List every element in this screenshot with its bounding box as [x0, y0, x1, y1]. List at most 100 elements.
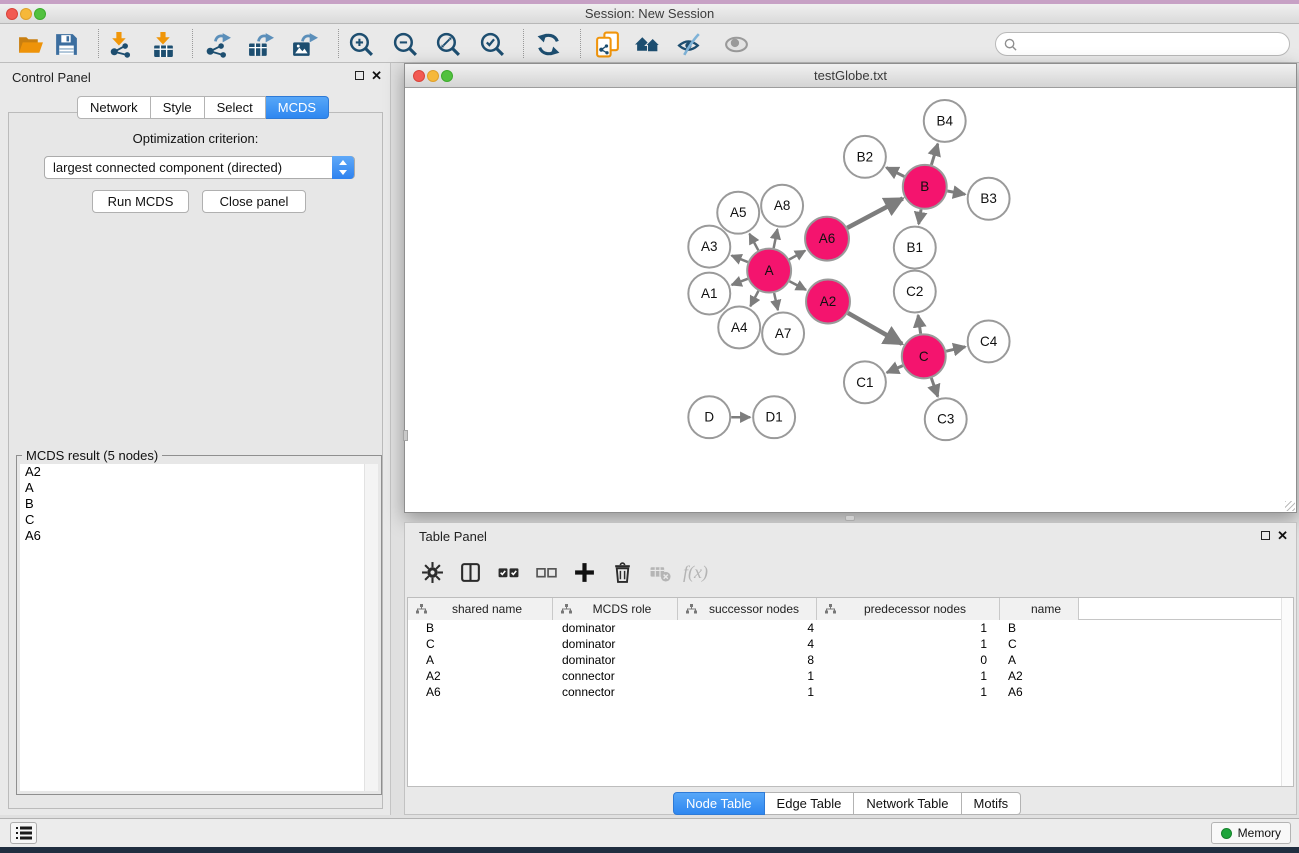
- graph-edge-A-A5[interactable]: [749, 234, 758, 251]
- memory-button[interactable]: Memory: [1211, 822, 1291, 844]
- tab-network[interactable]: Network: [77, 96, 151, 119]
- tab-style[interactable]: Style: [151, 96, 205, 119]
- zoom-window-button[interactable]: [34, 8, 46, 20]
- table-cell: 4: [678, 620, 817, 636]
- mcds-result-item-a6[interactable]: A6: [20, 528, 364, 544]
- column-header-predecessor-nodes[interactable]: predecessor nodes: [817, 598, 1000, 620]
- apply-layout-button[interactable]: [532, 28, 564, 60]
- run-mcds-button[interactable]: Run MCDS: [92, 190, 189, 213]
- show-hidden-button[interactable]: [720, 28, 752, 60]
- delete-table-button: [641, 555, 679, 589]
- export-network-button[interactable]: [202, 28, 234, 60]
- graph-edge-B-B4[interactable]: [931, 144, 937, 165]
- close-panel-button-mcds[interactable]: Close panel: [202, 190, 306, 213]
- homes-icon: [634, 31, 661, 58]
- mcds-result-item-a2[interactable]: A2: [20, 464, 364, 480]
- float-panel-button[interactable]: [1261, 531, 1270, 540]
- zoom-selected-button[interactable]: [476, 28, 508, 60]
- table-settings-button[interactable]: [413, 555, 451, 589]
- search-field[interactable]: [995, 32, 1290, 56]
- graph-edge-A-A7[interactable]: [774, 293, 778, 310]
- resize-grip[interactable]: [1285, 501, 1295, 511]
- toggle-panel-layout-button[interactable]: [451, 555, 489, 589]
- graph-edge-C-C2[interactable]: [918, 315, 921, 333]
- table-scrollbar[interactable]: [1281, 598, 1293, 786]
- graph-edge-A-A2[interactable]: [789, 281, 805, 290]
- deselect-all-button[interactable]: [527, 555, 565, 589]
- float-panel-button[interactable]: [355, 71, 364, 80]
- open-session-button[interactable]: [14, 28, 46, 60]
- close-panel-button[interactable]: ✕: [371, 68, 382, 84]
- table-body: Bdominator41BCdominator41CAdominator80AA…: [408, 620, 1293, 700]
- control-panel-title: Control Panel: [12, 70, 91, 85]
- zoom-fit-button[interactable]: [432, 28, 464, 60]
- tab-network-table[interactable]: Network Table: [854, 792, 961, 815]
- column-header-name[interactable]: name: [1000, 598, 1079, 620]
- hide-selected-button[interactable]: [674, 28, 706, 60]
- import-network-button[interactable]: [104, 28, 136, 60]
- export-image-button[interactable]: [288, 28, 320, 60]
- graph-edge-B-B3[interactable]: [947, 191, 965, 194]
- zoom-out-button[interactable]: [389, 28, 421, 60]
- graph-edge-A-A6[interactable]: [789, 251, 805, 260]
- graph-edge-A-A4[interactable]: [750, 291, 758, 306]
- import-table-icon: [150, 31, 177, 58]
- graph-node-label-A2: A2: [820, 294, 836, 309]
- graph-edge-A-A3[interactable]: [732, 256, 748, 263]
- network-window-titlebar[interactable]: testGlobe.txt: [405, 64, 1296, 88]
- minimize-button[interactable]: [427, 70, 439, 82]
- task-history-button[interactable]: [10, 822, 37, 844]
- new-network-from-selection-button[interactable]: [591, 28, 623, 60]
- tab-edge-table[interactable]: Edge Table: [765, 792, 855, 815]
- graph-edge-C-C1[interactable]: [887, 366, 903, 373]
- mcds-result-item-b[interactable]: B: [20, 496, 364, 512]
- graph-node-label-C3: C3: [937, 412, 954, 427]
- vertical-splitter-grip[interactable]: [403, 430, 408, 441]
- add-column-button[interactable]: [565, 555, 603, 589]
- tab-motifs[interactable]: Motifs: [962, 792, 1022, 815]
- close-panel-button[interactable]: ✕: [1277, 528, 1288, 544]
- graph-edge-A2-C[interactable]: [848, 313, 902, 344]
- graph-edge-A6-B[interactable]: [847, 198, 902, 227]
- column-header-successor-nodes[interactable]: successor nodes: [678, 598, 817, 620]
- close-button[interactable]: [413, 70, 425, 82]
- mcds-result-item-a[interactable]: A: [20, 480, 364, 496]
- graph-edge-C-C4[interactable]: [946, 347, 965, 351]
- tab-select[interactable]: Select: [205, 96, 266, 119]
- column-header-mcds-role[interactable]: MCDS role: [553, 598, 678, 620]
- save-session-button[interactable]: [50, 28, 82, 60]
- zoom-window-button[interactable]: [441, 70, 453, 82]
- close-button[interactable]: [6, 8, 18, 20]
- table-row-b[interactable]: Bdominator41B: [408, 620, 1293, 636]
- network-canvas[interactable]: AA1A2A3A4A5A6A7A8BB1B2B3B4CC1C2C3C4DD1: [405, 89, 1296, 512]
- zoom-in-button[interactable]: [345, 28, 377, 60]
- graph-edge-A-A8[interactable]: [774, 229, 778, 248]
- optimization-criterion-label: Optimization criterion:: [0, 131, 391, 146]
- table-row-a[interactable]: Adominator80A: [408, 652, 1293, 668]
- search-input[interactable]: [1022, 37, 1289, 51]
- mcds-list-scrollbar[interactable]: [365, 464, 378, 791]
- horizontal-splitter-handle[interactable]: [845, 515, 855, 521]
- network-graph[interactable]: AA1A2A3A4A5A6A7A8BB1B2B3B4CC1C2C3C4DD1: [405, 89, 1296, 512]
- export-table-button[interactable]: [244, 28, 276, 60]
- table-row-a6[interactable]: A6connector11A6: [408, 684, 1293, 700]
- table-cell: A6: [1000, 684, 1079, 700]
- import-table-button[interactable]: [147, 28, 179, 60]
- table-cell: connector: [553, 668, 678, 684]
- tab-node-table[interactable]: Node Table: [673, 792, 765, 815]
- select-all-button[interactable]: [489, 555, 527, 589]
- zoom-selected-icon: [479, 31, 506, 58]
- graph-edge-B-B2[interactable]: [886, 168, 904, 177]
- delete-column-button[interactable]: [603, 555, 641, 589]
- tab-mcds[interactable]: MCDS: [266, 96, 329, 119]
- column-header-shared-name[interactable]: shared name: [408, 598, 553, 620]
- criterion-select[interactable]: largest connected component (directed): [44, 156, 355, 179]
- table-row-c[interactable]: Cdominator41C: [408, 636, 1293, 652]
- table-row-a2[interactable]: A2connector11A2: [408, 668, 1293, 684]
- minimize-button[interactable]: [20, 8, 32, 20]
- graph-edge-B-B1[interactable]: [919, 209, 921, 224]
- graph-edge-A-A1[interactable]: [732, 279, 748, 285]
- mcds-result-item-c[interactable]: C: [20, 512, 364, 528]
- home-button[interactable]: [631, 28, 663, 60]
- graph-edge-C-C3[interactable]: [931, 378, 937, 397]
